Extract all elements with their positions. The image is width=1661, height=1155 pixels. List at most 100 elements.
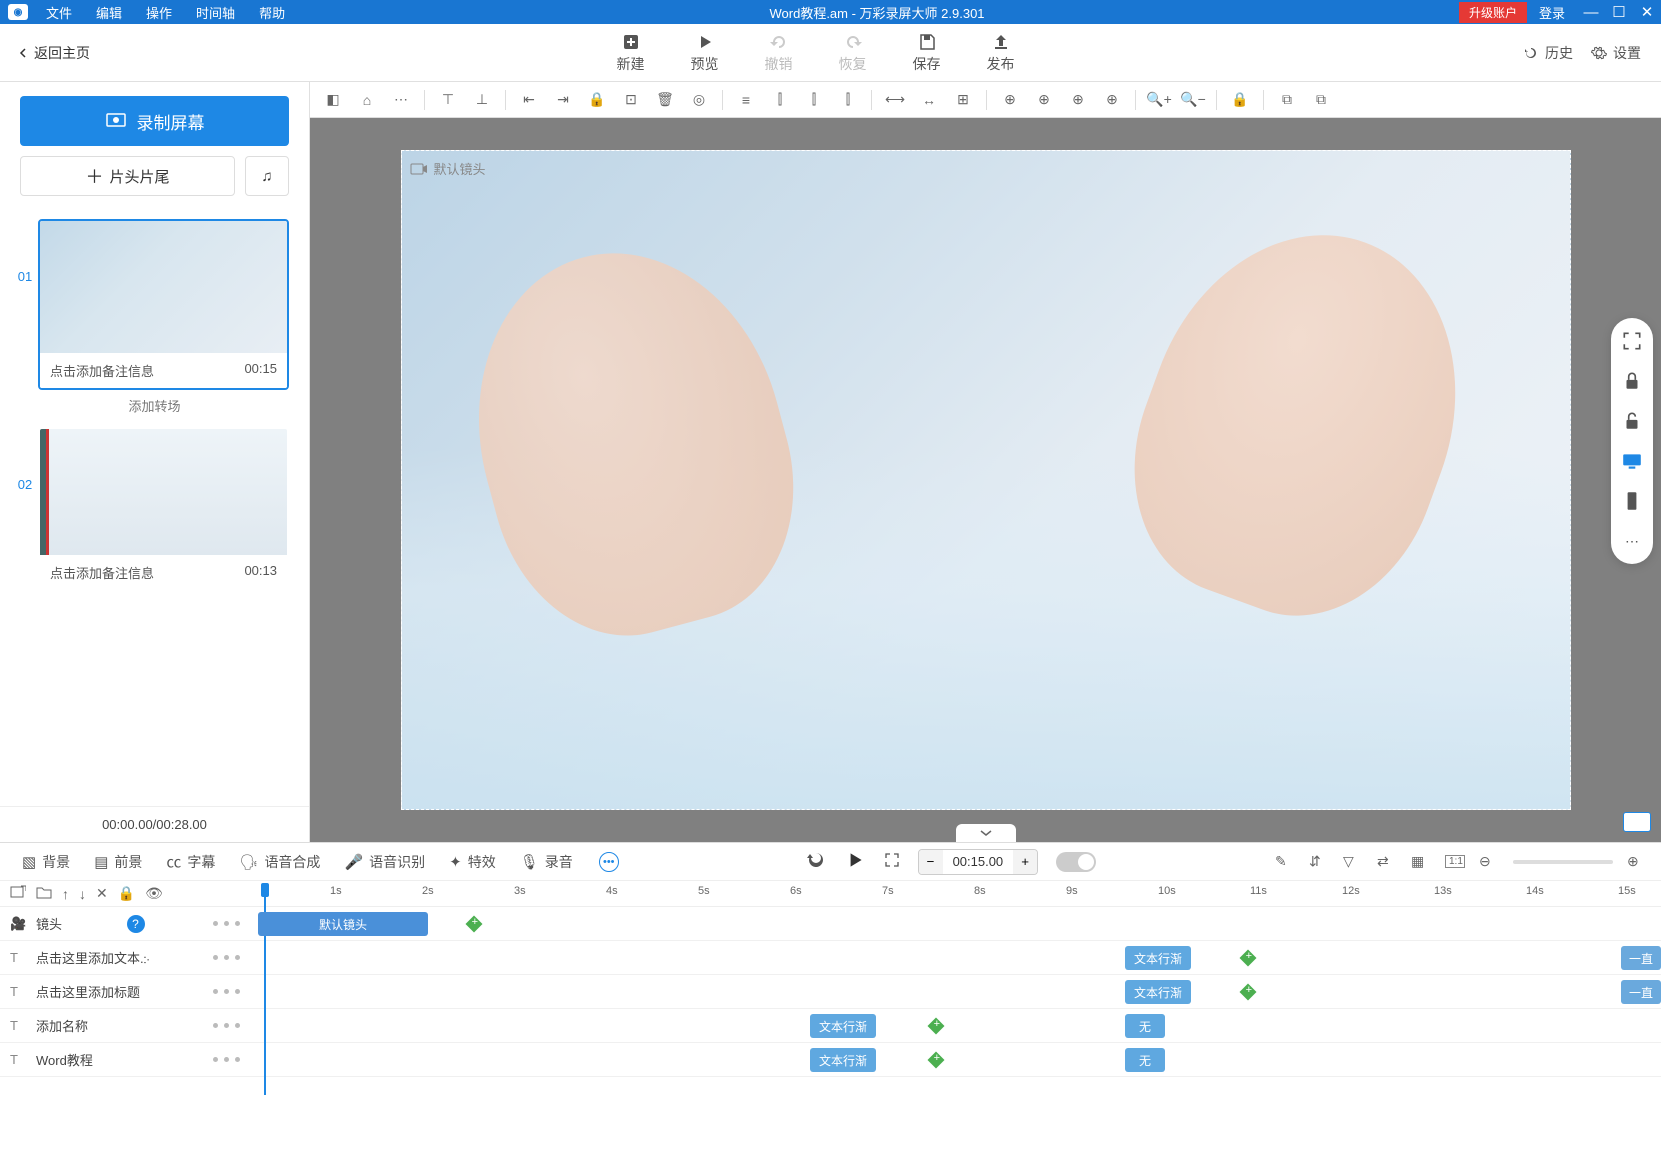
- mobile-icon[interactable]: [1621, 490, 1643, 512]
- canvas-tool-34[interactable]: ⧉: [1306, 85, 1336, 115]
- playhead[interactable]: [258, 881, 272, 907]
- up-icon[interactable]: ↑: [62, 886, 69, 902]
- history-button[interactable]: 历史: [1523, 43, 1573, 63]
- zoom-out-icon[interactable]: ⊖: [1479, 853, 1499, 870]
- canvas-tool-8[interactable]: ⇥: [548, 85, 578, 115]
- tl-tab-4[interactable]: 🎤语音识别: [336, 847, 433, 876]
- close-button[interactable]: ✕: [1633, 3, 1661, 21]
- new-button[interactable]: 新建: [617, 32, 645, 74]
- time-inc-button[interactable]: +: [1013, 850, 1037, 874]
- keyframe[interactable]: [1240, 984, 1257, 1001]
- time-dec-button[interactable]: −: [919, 850, 943, 874]
- more-tab[interactable]: •••: [591, 848, 627, 876]
- canvas-tool-14[interactable]: ≡: [731, 85, 761, 115]
- filter-icon[interactable]: ▽: [1343, 853, 1363, 870]
- canvas-tool-4[interactable]: ⊤: [433, 85, 463, 115]
- lock-closed-icon[interactable]: [1621, 370, 1643, 392]
- zoom-slider[interactable]: [1513, 860, 1613, 864]
- canvas-tool-29[interactable]: 🔍−: [1178, 85, 1208, 115]
- music-button[interactable]: ♫: [245, 156, 289, 196]
- canvas-tool-25[interactable]: ⊕: [1063, 85, 1093, 115]
- track-name[interactable]: 点击这里添加标题: [36, 982, 140, 1001]
- more-icon[interactable]: ⋯: [1621, 530, 1643, 552]
- add-track-icon[interactable]: [10, 885, 26, 902]
- add-transition[interactable]: 添加转场: [0, 390, 309, 423]
- canvas-tool-23[interactable]: ⊕: [995, 85, 1025, 115]
- canvas-tool-15[interactable]: ⫿: [765, 85, 795, 115]
- undo-button[interactable]: 撤销: [765, 32, 793, 74]
- canvas-tool-0[interactable]: ◧: [318, 85, 348, 115]
- tl-tab-2[interactable]: ㏄字幕: [158, 847, 223, 876]
- expand-handle[interactable]: [956, 824, 1016, 842]
- clip[interactable]: 无: [1125, 1048, 1165, 1072]
- menu-4[interactable]: 帮助: [249, 3, 295, 22]
- link-icon[interactable]: ⇄: [1377, 853, 1397, 870]
- folder-icon[interactable]: [36, 885, 52, 902]
- minimize-button[interactable]: —: [1577, 4, 1605, 21]
- titles-button[interactable]: ＋片头片尾: [20, 156, 235, 196]
- maximize-button[interactable]: ☐: [1605, 3, 1633, 21]
- canvas-tool-16[interactable]: ⫿: [799, 85, 829, 115]
- canvas-tool-10[interactable]: ⊡: [616, 85, 646, 115]
- clip[interactable]: 默认镜头: [258, 912, 428, 936]
- track-lane[interactable]: 文本行渐无: [250, 1043, 1661, 1076]
- canvas-tool-31[interactable]: 🔒: [1225, 85, 1255, 115]
- clip[interactable]: 无: [1125, 1014, 1165, 1038]
- canvas-tool-12[interactable]: ◎: [684, 85, 714, 115]
- edit-icon[interactable]: ✎: [1275, 853, 1295, 870]
- desktop-icon[interactable]: [1621, 450, 1643, 472]
- canvas-tool-28[interactable]: 🔍+: [1144, 85, 1174, 115]
- tl-tab-1[interactable]: ▤前景: [86, 847, 150, 876]
- record-screen-button[interactable]: 录制屏幕: [20, 96, 289, 146]
- menu-2[interactable]: 操作: [136, 3, 182, 22]
- canvas-tool-20[interactable]: ↔: [914, 85, 944, 115]
- eye-icon[interactable]: 👁: [145, 885, 163, 902]
- keyframe[interactable]: [466, 916, 483, 933]
- canvas-tool-11[interactable]: 🗑: [650, 85, 680, 115]
- canvas-tool-26[interactable]: ⊕: [1097, 85, 1127, 115]
- canvas-tool-1[interactable]: ⌂: [352, 85, 382, 115]
- canvas-tool-17[interactable]: ⫿: [833, 85, 863, 115]
- canvas-tool-7[interactable]: ⇤: [514, 85, 544, 115]
- canvas-tool-33[interactable]: ⧉: [1272, 85, 1302, 115]
- track-lane[interactable]: 文本行渐一直: [250, 941, 1661, 974]
- menu-1[interactable]: 编辑: [86, 3, 132, 22]
- clip[interactable]: 文本行渐: [1125, 980, 1191, 1004]
- align-icon[interactable]: ⇵: [1309, 853, 1329, 870]
- preview-button[interactable]: 预览: [691, 32, 719, 74]
- tl-tab-5[interactable]: ✦特效: [441, 847, 504, 876]
- login-button[interactable]: 登录: [1527, 3, 1577, 22]
- keyframe[interactable]: [1240, 950, 1257, 967]
- lock-open-icon[interactable]: [1621, 410, 1643, 432]
- track-name[interactable]: 点击这里添加文本.჻: [36, 948, 149, 967]
- clip[interactable]: 文本行渐: [810, 1014, 876, 1038]
- canvas-tool-5[interactable]: ⊥: [467, 85, 497, 115]
- canvas-tool-9[interactable]: 🔒: [582, 85, 612, 115]
- fit-icon[interactable]: [1621, 330, 1643, 352]
- tl-tab-3[interactable]: 🗣语音合成: [231, 847, 328, 876]
- back-button[interactable]: 返回主页: [0, 43, 108, 63]
- canvas-tool-21[interactable]: ⊞: [948, 85, 978, 115]
- canvas-tool-24[interactable]: ⊕: [1029, 85, 1059, 115]
- upgrade-button[interactable]: 升级账户: [1459, 2, 1527, 23]
- menu-0[interactable]: 文件: [36, 3, 82, 22]
- down-icon[interactable]: ↓: [79, 886, 86, 902]
- settings-button[interactable]: 设置: [1591, 43, 1641, 63]
- canvas-tool-19[interactable]: ⟷: [880, 85, 910, 115]
- tl-tab-0[interactable]: ▧背景: [14, 847, 78, 876]
- track-name[interactable]: 镜头: [36, 914, 62, 933]
- track-lane[interactable]: 文本行渐 一直: [250, 975, 1661, 1008]
- clip-end[interactable]: 一直: [1621, 980, 1661, 1004]
- track-lane[interactable]: 文本行渐 无: [250, 1009, 1661, 1042]
- track-lane[interactable]: 默认镜头: [250, 907, 1661, 940]
- keyframe[interactable]: [928, 1052, 945, 1069]
- menu-3[interactable]: 时间轴: [186, 3, 245, 22]
- ratio-icon[interactable]: 1:1: [1445, 855, 1465, 868]
- play-button[interactable]: [844, 849, 866, 874]
- redo-button[interactable]: 恢复: [839, 32, 867, 74]
- canvas-tool-2[interactable]: ⋯: [386, 85, 416, 115]
- keyframe[interactable]: [928, 1018, 945, 1035]
- del-icon[interactable]: ✕: [96, 885, 108, 902]
- clip-end[interactable]: 一直: [1621, 946, 1661, 970]
- fullscreen-icon[interactable]: [884, 852, 900, 871]
